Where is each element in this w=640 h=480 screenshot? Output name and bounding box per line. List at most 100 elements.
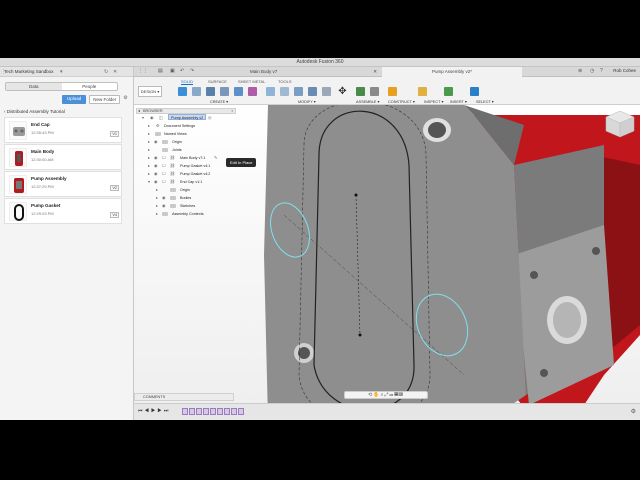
browser-item[interactable]: ▸ ◉ ☐ ⛓ Pump Gasket v4:2 [136, 170, 236, 178]
version-badge[interactable]: V2 [110, 185, 119, 191]
pan-icon[interactable]: ✋ [373, 392, 380, 398]
list-item[interactable]: End Cap 12:35:43 PM V1 [4, 117, 122, 143]
tab-surface[interactable]: SURFACE [208, 79, 227, 84]
save-icon[interactable]: ▣ [170, 68, 175, 74]
group-assemble[interactable]: ASSEMBLE ▾ [356, 99, 379, 104]
eye-icon[interactable]: ◉ [150, 114, 154, 122]
extrude-icon[interactable] [206, 87, 215, 96]
help-icon[interactable]: ? [600, 68, 603, 74]
radio-icon[interactable]: ◎ [208, 114, 212, 122]
browser-item[interactable]: ▸ ◉ ☐ ⛓ Pump Gasket v4:1 [136, 162, 236, 170]
navigation-bar[interactable]: ⟲✋⌕⤢▭▦▥ [344, 391, 428, 399]
browser-root[interactable]: ▾ ◉ ◫ Pump Assembly v2 ◎ [136, 114, 236, 122]
tab-sheet-metal[interactable]: SHEET METAL [238, 79, 265, 84]
eye-icon[interactable]: ◉ [162, 194, 166, 202]
group-construct[interactable]: CONSTRUCT ▾ [388, 99, 415, 104]
tab-tools[interactable]: TOOLS [278, 79, 292, 84]
root-label: Pump Assembly v2 [168, 114, 207, 120]
close-icon[interactable]: ✕ [373, 67, 377, 77]
revolve-icon[interactable] [220, 87, 229, 96]
insert-icon[interactable] [444, 87, 453, 96]
version-badge[interactable]: V1 [110, 131, 119, 137]
tab-main-body[interactable]: Main Body v7 ✕ [244, 67, 380, 77]
eye-icon[interactable]: ◉ [154, 154, 158, 162]
shell-icon[interactable] [294, 87, 303, 96]
file-name: End Cap [31, 122, 50, 127]
browser-item[interactable]: ▸ ◉ Bodies [136, 194, 236, 202]
timeline-features[interactable] [182, 408, 244, 415]
list-item[interactable]: Main Body 12:30:00 AM [4, 144, 122, 170]
press-pull-icon[interactable] [266, 87, 275, 96]
browser-item[interactable]: ▸ Named Views [136, 130, 236, 138]
close-icon[interactable]: ✕ [113, 69, 117, 75]
gear-icon[interactable]: ⚙ [631, 408, 636, 415]
browser-item[interactable]: ▸ Assembly Contexts [136, 210, 236, 218]
combine-icon[interactable] [308, 87, 317, 96]
move-icon[interactable]: ✥ [338, 87, 347, 97]
redo-icon[interactable]: ↷ [190, 68, 194, 74]
joint-icon[interactable] [356, 87, 365, 96]
eye-icon[interactable]: ◉ [154, 170, 158, 178]
fillet-icon[interactable] [280, 87, 289, 96]
browser-tree: ▸ ⚙ Document Settings ▸ Named Views ▸ ◉ Origi… [136, 122, 236, 218]
checkbox-icon[interactable]: ☐ [162, 162, 166, 170]
browser-item[interactable]: ▸ ◉ Sketches [136, 202, 236, 210]
user-name[interactable]: Rob Cohee [613, 68, 636, 73]
comments-panel[interactable]: COMMENTS [134, 393, 234, 401]
viewports-icon[interactable]: ▥ [399, 392, 404, 398]
browser-item[interactable]: ▸ Origin [136, 186, 236, 194]
undo-icon[interactable]: ↶ [180, 68, 184, 74]
eye-icon[interactable]: ◉ [162, 202, 166, 210]
hole-icon[interactable] [234, 87, 243, 96]
browser-item[interactable]: ▸ ◉ Origin [136, 138, 236, 146]
version-badge[interactable]: V4 [110, 212, 119, 218]
measure-icon[interactable] [418, 87, 427, 96]
list-item[interactable]: Pump Gasket 12:29:03 PM V4 [4, 198, 122, 224]
group-select[interactable]: SELECT ▾ [476, 99, 494, 104]
group-insert[interactable]: INSERT ▾ [450, 99, 467, 104]
timeline-controls[interactable]: ⏮◀▶▶⏭ [138, 408, 170, 414]
eye-icon[interactable]: ◉ [154, 162, 158, 170]
job-status-icon[interactable]: ◷ [590, 68, 594, 74]
extensions-icon[interactable]: ⊕ [578, 68, 582, 74]
new-component-icon[interactable] [178, 87, 187, 96]
tab-data[interactable]: Data [6, 83, 62, 90]
browser-item[interactable]: ▸ ⚙ Document Settings [136, 122, 236, 130]
grid-icon[interactable]: ⋮⋮ [138, 68, 148, 74]
as-built-joint-icon[interactable] [370, 87, 379, 96]
list-item[interactable]: Pump Assembly 12:37:29 PM V2 [4, 171, 122, 197]
select-icon[interactable] [470, 87, 479, 96]
group-modify[interactable]: MODIFY ▾ [298, 99, 316, 104]
new-folder-button[interactable]: New Folder [89, 95, 121, 104]
group-create[interactable]: CREATE ▾ [210, 99, 228, 104]
form-icon[interactable] [248, 87, 257, 96]
offset-plane-icon[interactable] [388, 87, 397, 96]
upload-button[interactable]: Upload [62, 95, 87, 104]
workspace-switcher[interactable]: DESIGN ▾ [138, 86, 162, 97]
edit-in-place-icon[interactable]: ✎ [214, 154, 217, 162]
file-thumbnail [9, 175, 27, 194]
expand-icon[interactable]: ▾ [142, 114, 144, 122]
checkbox-icon[interactable]: ☐ [162, 154, 166, 162]
file-menu-icon[interactable]: ▤ [158, 68, 163, 74]
checkbox-icon[interactable]: ☐ [162, 178, 166, 186]
browser-item-main-body[interactable]: ▸ ◉ ☐ ⛓ Main Body v7:1 ✎ [136, 154, 236, 162]
group-inspect[interactable]: INSPECT ▾ [424, 99, 443, 104]
split-icon[interactable] [322, 87, 331, 96]
checkbox-icon[interactable]: ☐ [162, 170, 166, 178]
tab-solid[interactable]: SOLID [181, 79, 194, 85]
back-icon[interactable]: ‹ [4, 109, 6, 114]
team-name[interactable]: Tech Marketing Sandbox [4, 69, 54, 74]
tab-people[interactable]: People [62, 83, 118, 90]
eye-icon[interactable]: ◉ [154, 178, 158, 186]
eye-icon[interactable]: ◉ [154, 138, 158, 146]
file-thumbnail [9, 121, 27, 140]
breadcrumb[interactable]: ‹ Distributed Assembly Tutorial [4, 109, 65, 114]
sketch-icon[interactable] [192, 87, 201, 96]
browser-item[interactable]: ▾ ◉ ☐ ⛓ End Cap v1:1 [136, 178, 236, 186]
browser-item[interactable]: ▸ Joints [136, 146, 236, 154]
refresh-icon[interactable]: ↻ [104, 69, 108, 75]
tab-pump-assembly[interactable]: Pump Assembly v2* [382, 67, 522, 77]
chevron-down-icon[interactable]: ▾ [60, 69, 63, 75]
settings-icon[interactable]: ⚙ [123, 95, 127, 104]
